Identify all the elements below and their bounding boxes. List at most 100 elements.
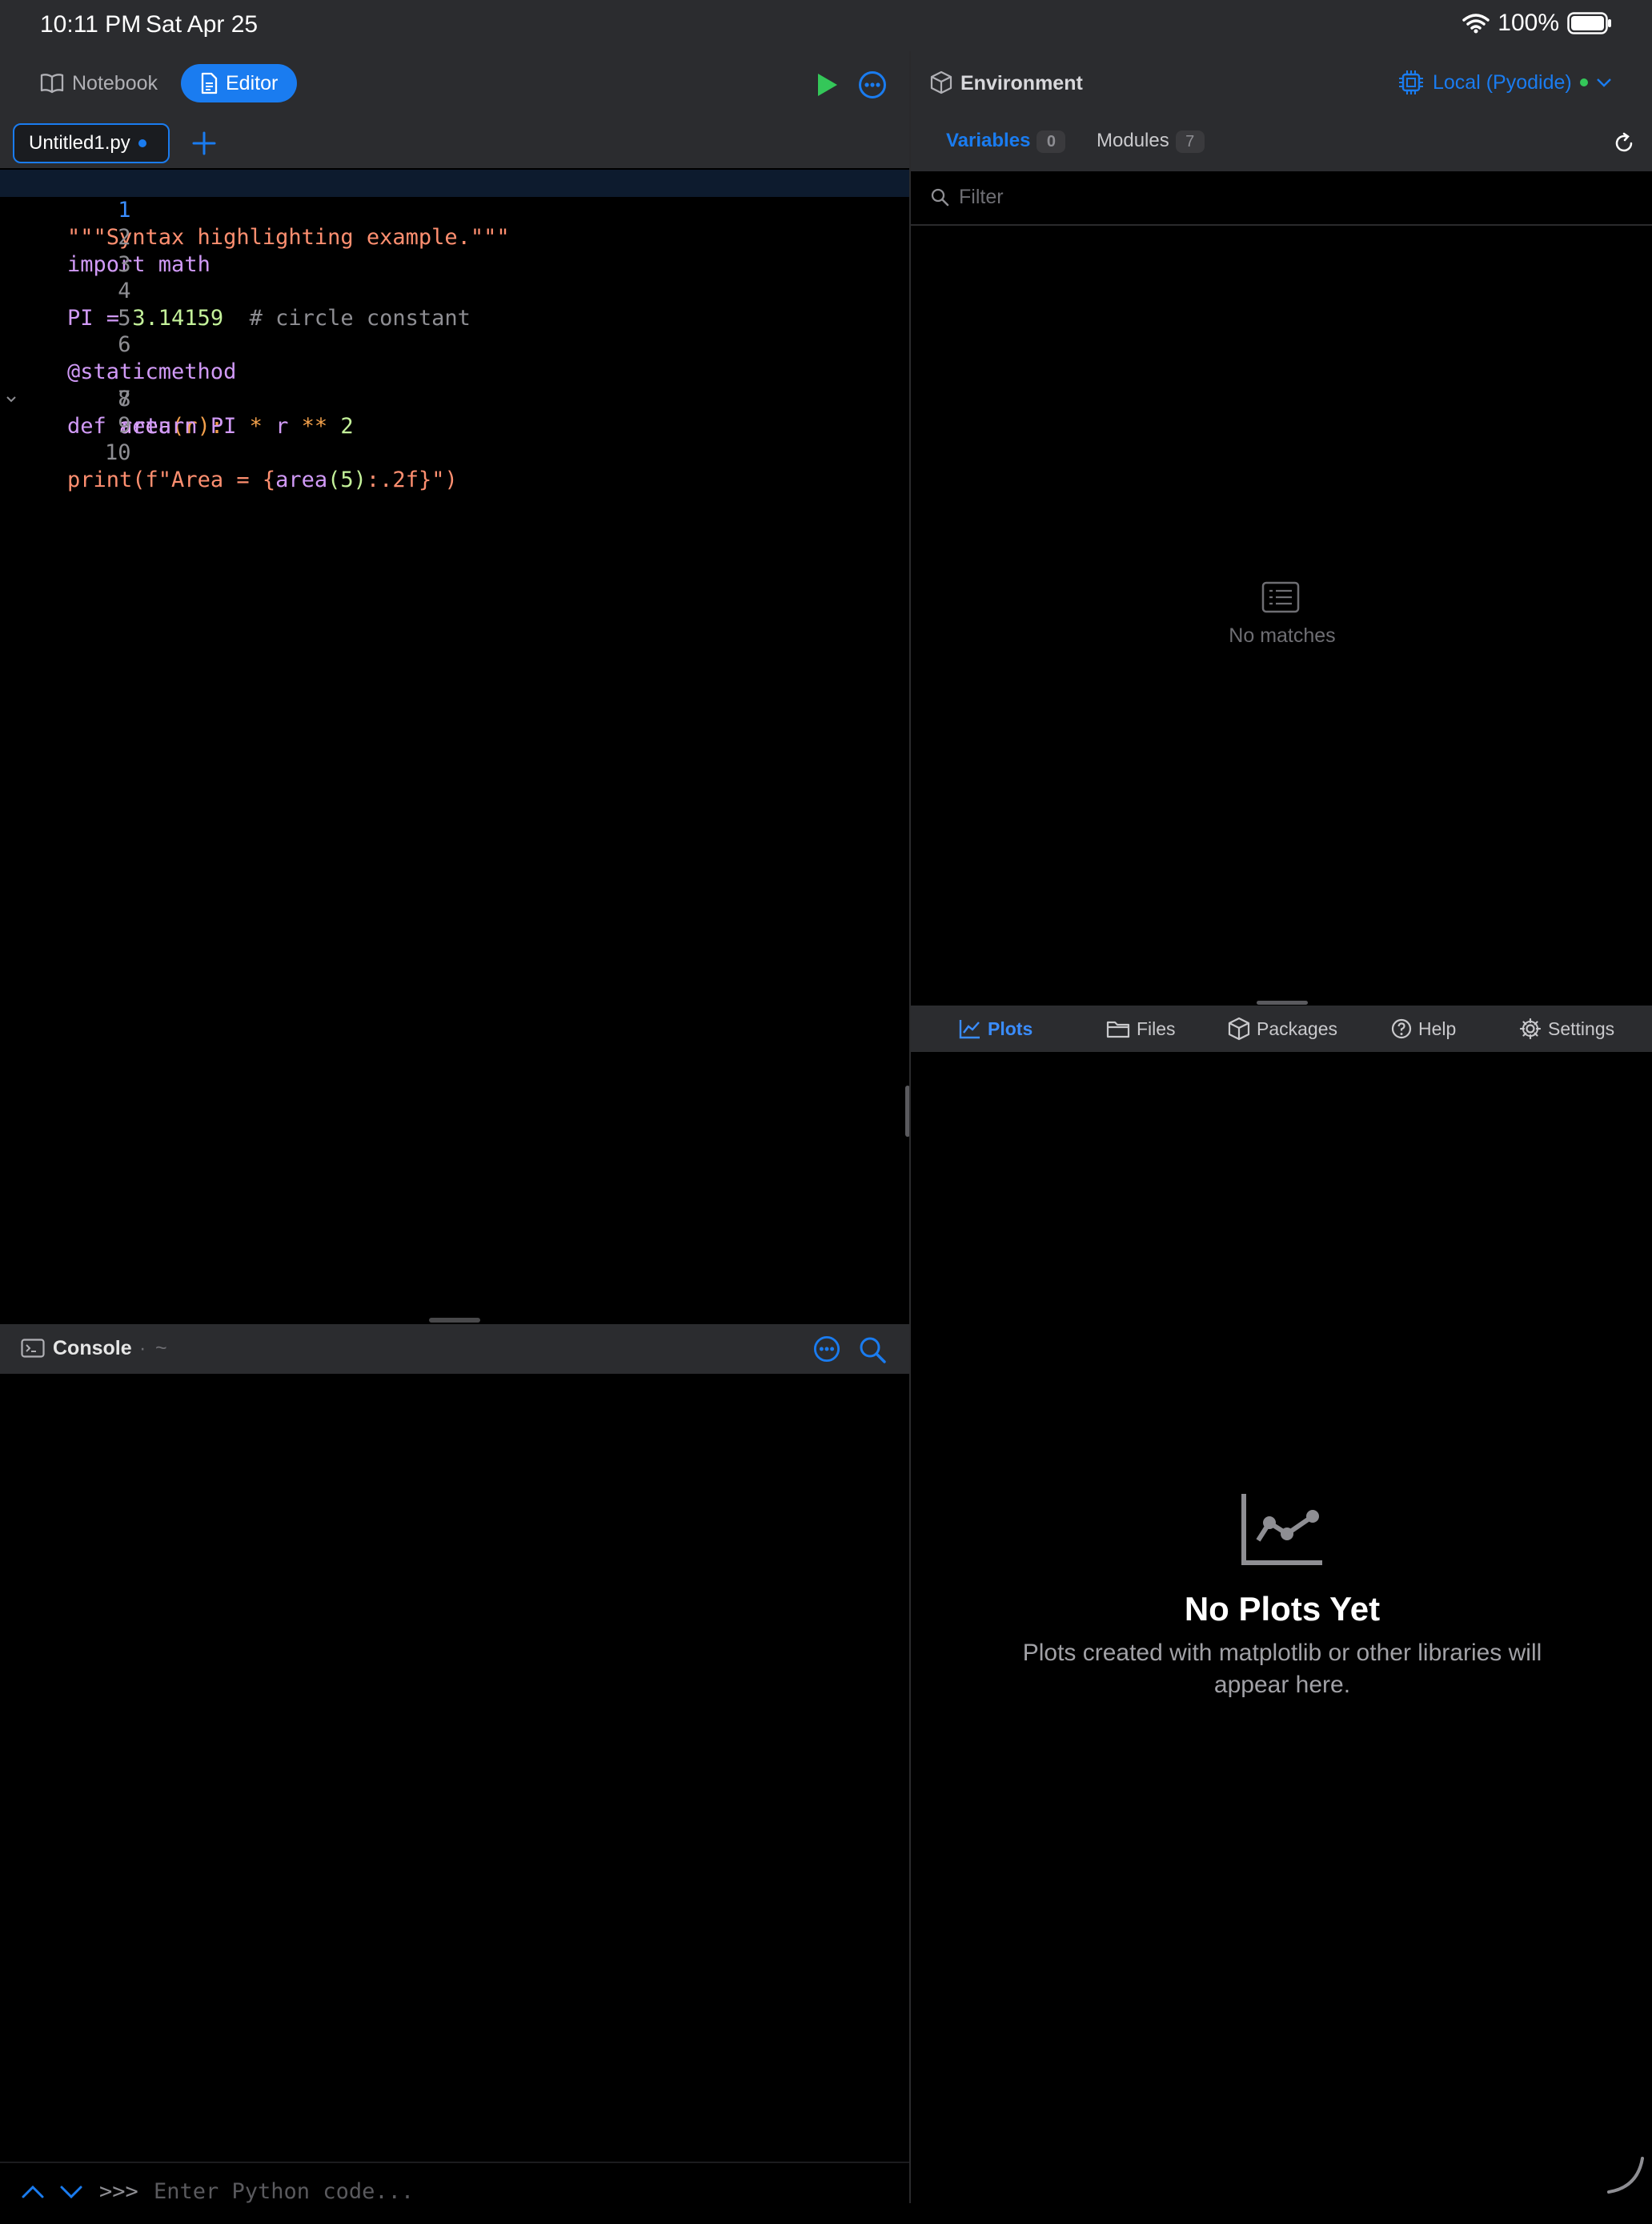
code-line: 4 PI = 3.14159 # circle constant bbox=[0, 251, 909, 331]
tab-files[interactable]: Files bbox=[1106, 1006, 1176, 1052]
code-token: area bbox=[275, 468, 328, 492]
code-line: 3 bbox=[0, 224, 909, 277]
tab-modules[interactable]: Modules 7 bbox=[1097, 130, 1205, 153]
tab-variables[interactable]: Variables 0 bbox=[946, 130, 1066, 153]
code-token: print bbox=[67, 468, 133, 492]
tab-settings-label: Settings bbox=[1548, 1018, 1615, 1039]
file-tab-name: Untitled1.py bbox=[29, 132, 130, 154]
run-button[interactable] bbox=[815, 72, 839, 98]
list-icon bbox=[1261, 581, 1300, 613]
book-icon bbox=[40, 73, 64, 94]
ellipsis-circle-icon bbox=[813, 1335, 840, 1363]
editor-mode-button[interactable]: Editor bbox=[181, 64, 298, 102]
console-prompt: >>> bbox=[99, 2179, 138, 2204]
code-line: 7 def area(r): bbox=[0, 331, 909, 439]
variables-count-badge: 0 bbox=[1037, 130, 1066, 153]
add-tab-button[interactable] bbox=[192, 131, 216, 155]
plus-icon bbox=[192, 131, 216, 155]
folder-icon bbox=[1106, 1019, 1130, 1038]
chevron-down-icon bbox=[60, 2186, 82, 2199]
status-date: Sat Apr 25 bbox=[146, 11, 259, 38]
cpu-icon bbox=[1397, 69, 1425, 96]
play-icon bbox=[818, 74, 837, 96]
console-input-bar: >>> Enter Python code... bbox=[0, 2162, 909, 2224]
file-tab-untitled1[interactable]: Untitled1.py bbox=[13, 123, 170, 163]
tab-files-label: Files bbox=[1137, 1018, 1176, 1039]
notebook-mode-label: Notebook bbox=[72, 71, 158, 94]
console-separator: · bbox=[139, 1337, 146, 1359]
console-header: Console · ~ bbox=[0, 1324, 909, 1374]
console-more-button[interactable] bbox=[813, 1335, 840, 1363]
question-circle-icon bbox=[1391, 1018, 1412, 1039]
refresh-icon bbox=[1615, 132, 1633, 152]
refresh-button[interactable] bbox=[1612, 131, 1636, 155]
plots-empty-description-2: appear here. bbox=[1213, 1672, 1351, 1698]
console-search-button[interactable] bbox=[858, 1335, 887, 1364]
code-line: 5 bbox=[0, 278, 909, 331]
tab-modules-label: Modules bbox=[1097, 130, 1169, 151]
environment-splitter[interactable] bbox=[1257, 1001, 1308, 1005]
console-path: ~ bbox=[155, 1337, 167, 1359]
variables-empty-text: No matches bbox=[1229, 624, 1336, 647]
code-line: 9 bbox=[0, 385, 909, 438]
tab-packages-label: Packages bbox=[1257, 1018, 1338, 1039]
console-output[interactable] bbox=[0, 1374, 909, 2162]
filter-input[interactable]: Filter bbox=[959, 186, 1004, 209]
code-token: :.2f}" bbox=[366, 468, 445, 492]
search-icon bbox=[860, 1337, 886, 1363]
plots-empty-description-1: Plots created with matplotlib or other l… bbox=[1022, 1640, 1542, 1666]
modules-count-badge: 7 bbox=[1175, 130, 1205, 153]
tab-help-label: Help bbox=[1418, 1018, 1457, 1039]
code-token: f"Area = { bbox=[145, 468, 276, 492]
package-icon bbox=[1228, 1017, 1250, 1041]
chevron-up-icon bbox=[22, 2185, 44, 2198]
left-pane: Notebook Editor Untitled1.py 1 """Syntax… bbox=[0, 51, 909, 2224]
status-bar: 10:11 PM Sat Apr 25 100% bbox=[0, 0, 1652, 51]
filter-bar: Filter bbox=[911, 171, 1652, 226]
code-line: 2 import math bbox=[0, 197, 909, 277]
wifi-icon bbox=[1462, 13, 1490, 34]
resize-grip-icon[interactable] bbox=[1606, 2155, 1646, 2195]
environment-title: Environment bbox=[960, 72, 1083, 94]
more-options-button[interactable] bbox=[858, 70, 887, 99]
plot-chart-icon bbox=[1241, 1492, 1324, 1566]
runtime-label: Local (Pyodide) bbox=[1433, 70, 1572, 94]
code-token: ) bbox=[444, 468, 458, 492]
environment-toolbar: Environment Local (Pyodide) Variables 0 M… bbox=[911, 51, 1652, 171]
tab-help[interactable]: Help bbox=[1391, 1006, 1456, 1052]
chart-line-icon bbox=[959, 1018, 981, 1039]
code-token: (5) bbox=[327, 468, 367, 492]
search-icon bbox=[930, 187, 949, 207]
history-up-button[interactable] bbox=[21, 2184, 45, 2200]
console-code-input[interactable]: Enter Python code... bbox=[154, 2179, 414, 2204]
battery-percent: 100% bbox=[1498, 10, 1559, 36]
code-line: 1 """Syntax highlighting example.""" bbox=[0, 170, 909, 250]
code-line: 6 @staticmethod bbox=[0, 304, 909, 384]
code-token: ( bbox=[132, 468, 146, 492]
runtime-selector[interactable]: Local (Pyodide) bbox=[1397, 69, 1612, 96]
bottom-tab-bar: Plots Files Packages Help Settings bbox=[911, 1006, 1652, 1052]
unsaved-dot bbox=[138, 139, 146, 147]
editor-toolbar: Notebook Editor Untitled1.py bbox=[0, 51, 909, 168]
console-title: Console bbox=[53, 1337, 132, 1359]
ellipsis-circle-icon bbox=[859, 71, 886, 98]
tab-settings[interactable]: Settings bbox=[1519, 1006, 1614, 1052]
plots-empty-title: No Plots Yet bbox=[1184, 1590, 1381, 1628]
status-time: 10:11 PM bbox=[40, 11, 142, 38]
status-indicators: 100% bbox=[1462, 10, 1612, 37]
history-down-button[interactable] bbox=[59, 2184, 83, 2200]
document-icon bbox=[200, 72, 218, 94]
runtime-status-dot bbox=[1579, 78, 1588, 86]
tab-packages[interactable]: Packages bbox=[1228, 1006, 1337, 1052]
code-line: 10 print(f"Area = {area(5):.2f}") bbox=[0, 412, 909, 492]
editor-mode-label: Editor bbox=[226, 71, 279, 94]
code-editor[interactable]: 1 """Syntax highlighting example.""" 2 i… bbox=[0, 168, 909, 1316]
cube-icon bbox=[930, 70, 952, 94]
line-number: 10 bbox=[105, 440, 131, 465]
notebook-mode-button[interactable]: Notebook bbox=[21, 64, 177, 102]
tab-plots[interactable]: Plots bbox=[959, 1006, 1032, 1052]
tab-variables-label: Variables bbox=[946, 130, 1031, 151]
editor-console-splitter[interactable] bbox=[429, 1318, 480, 1323]
terminal-icon bbox=[21, 1339, 45, 1358]
battery-icon bbox=[1567, 12, 1612, 34]
